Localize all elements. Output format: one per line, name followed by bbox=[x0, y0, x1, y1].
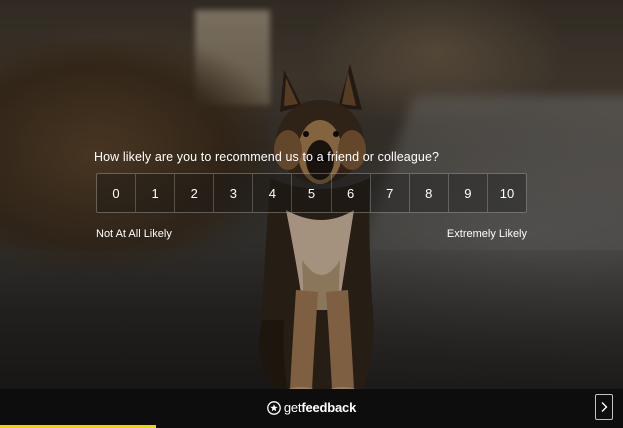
scale-option-3[interactable]: 3 bbox=[214, 174, 254, 212]
next-button[interactable] bbox=[595, 394, 613, 420]
scale-option-0[interactable]: 0 bbox=[97, 174, 137, 212]
scale-option-10[interactable]: 10 bbox=[488, 174, 526, 212]
brand-text-bold: feedback bbox=[301, 400, 357, 415]
scale-option-2[interactable]: 2 bbox=[175, 174, 215, 212]
chevron-right-icon bbox=[601, 402, 608, 412]
scale-option-8[interactable]: 8 bbox=[410, 174, 449, 212]
scale-option-5[interactable]: 5 bbox=[292, 174, 332, 212]
survey-page: How likely are you to recommend us to a … bbox=[0, 0, 623, 428]
brand-text-light: get bbox=[283, 400, 302, 415]
scale-option-7[interactable]: 7 bbox=[371, 174, 410, 212]
scale-option-4[interactable]: 4 bbox=[253, 174, 293, 212]
footer-bar: getfeedback bbox=[0, 389, 623, 428]
scale-option-6[interactable]: 6 bbox=[332, 174, 371, 212]
brand-logo[interactable]: getfeedback bbox=[0, 400, 623, 415]
nps-scale: 0 1 2 3 4 5 6 7 8 9 10 bbox=[96, 173, 527, 213]
survey-question: How likely are you to recommend us to a … bbox=[94, 150, 440, 164]
photo-dim-overlay bbox=[0, 0, 623, 428]
scale-high-label: Extremely Likely bbox=[446, 228, 527, 240]
star-circle-icon bbox=[267, 400, 281, 415]
scale-low-label: Not At All Likely bbox=[96, 228, 172, 240]
brand-wordmark: getfeedback bbox=[284, 400, 356, 415]
scale-option-9[interactable]: 9 bbox=[449, 174, 488, 212]
scale-option-1[interactable]: 1 bbox=[136, 174, 176, 212]
